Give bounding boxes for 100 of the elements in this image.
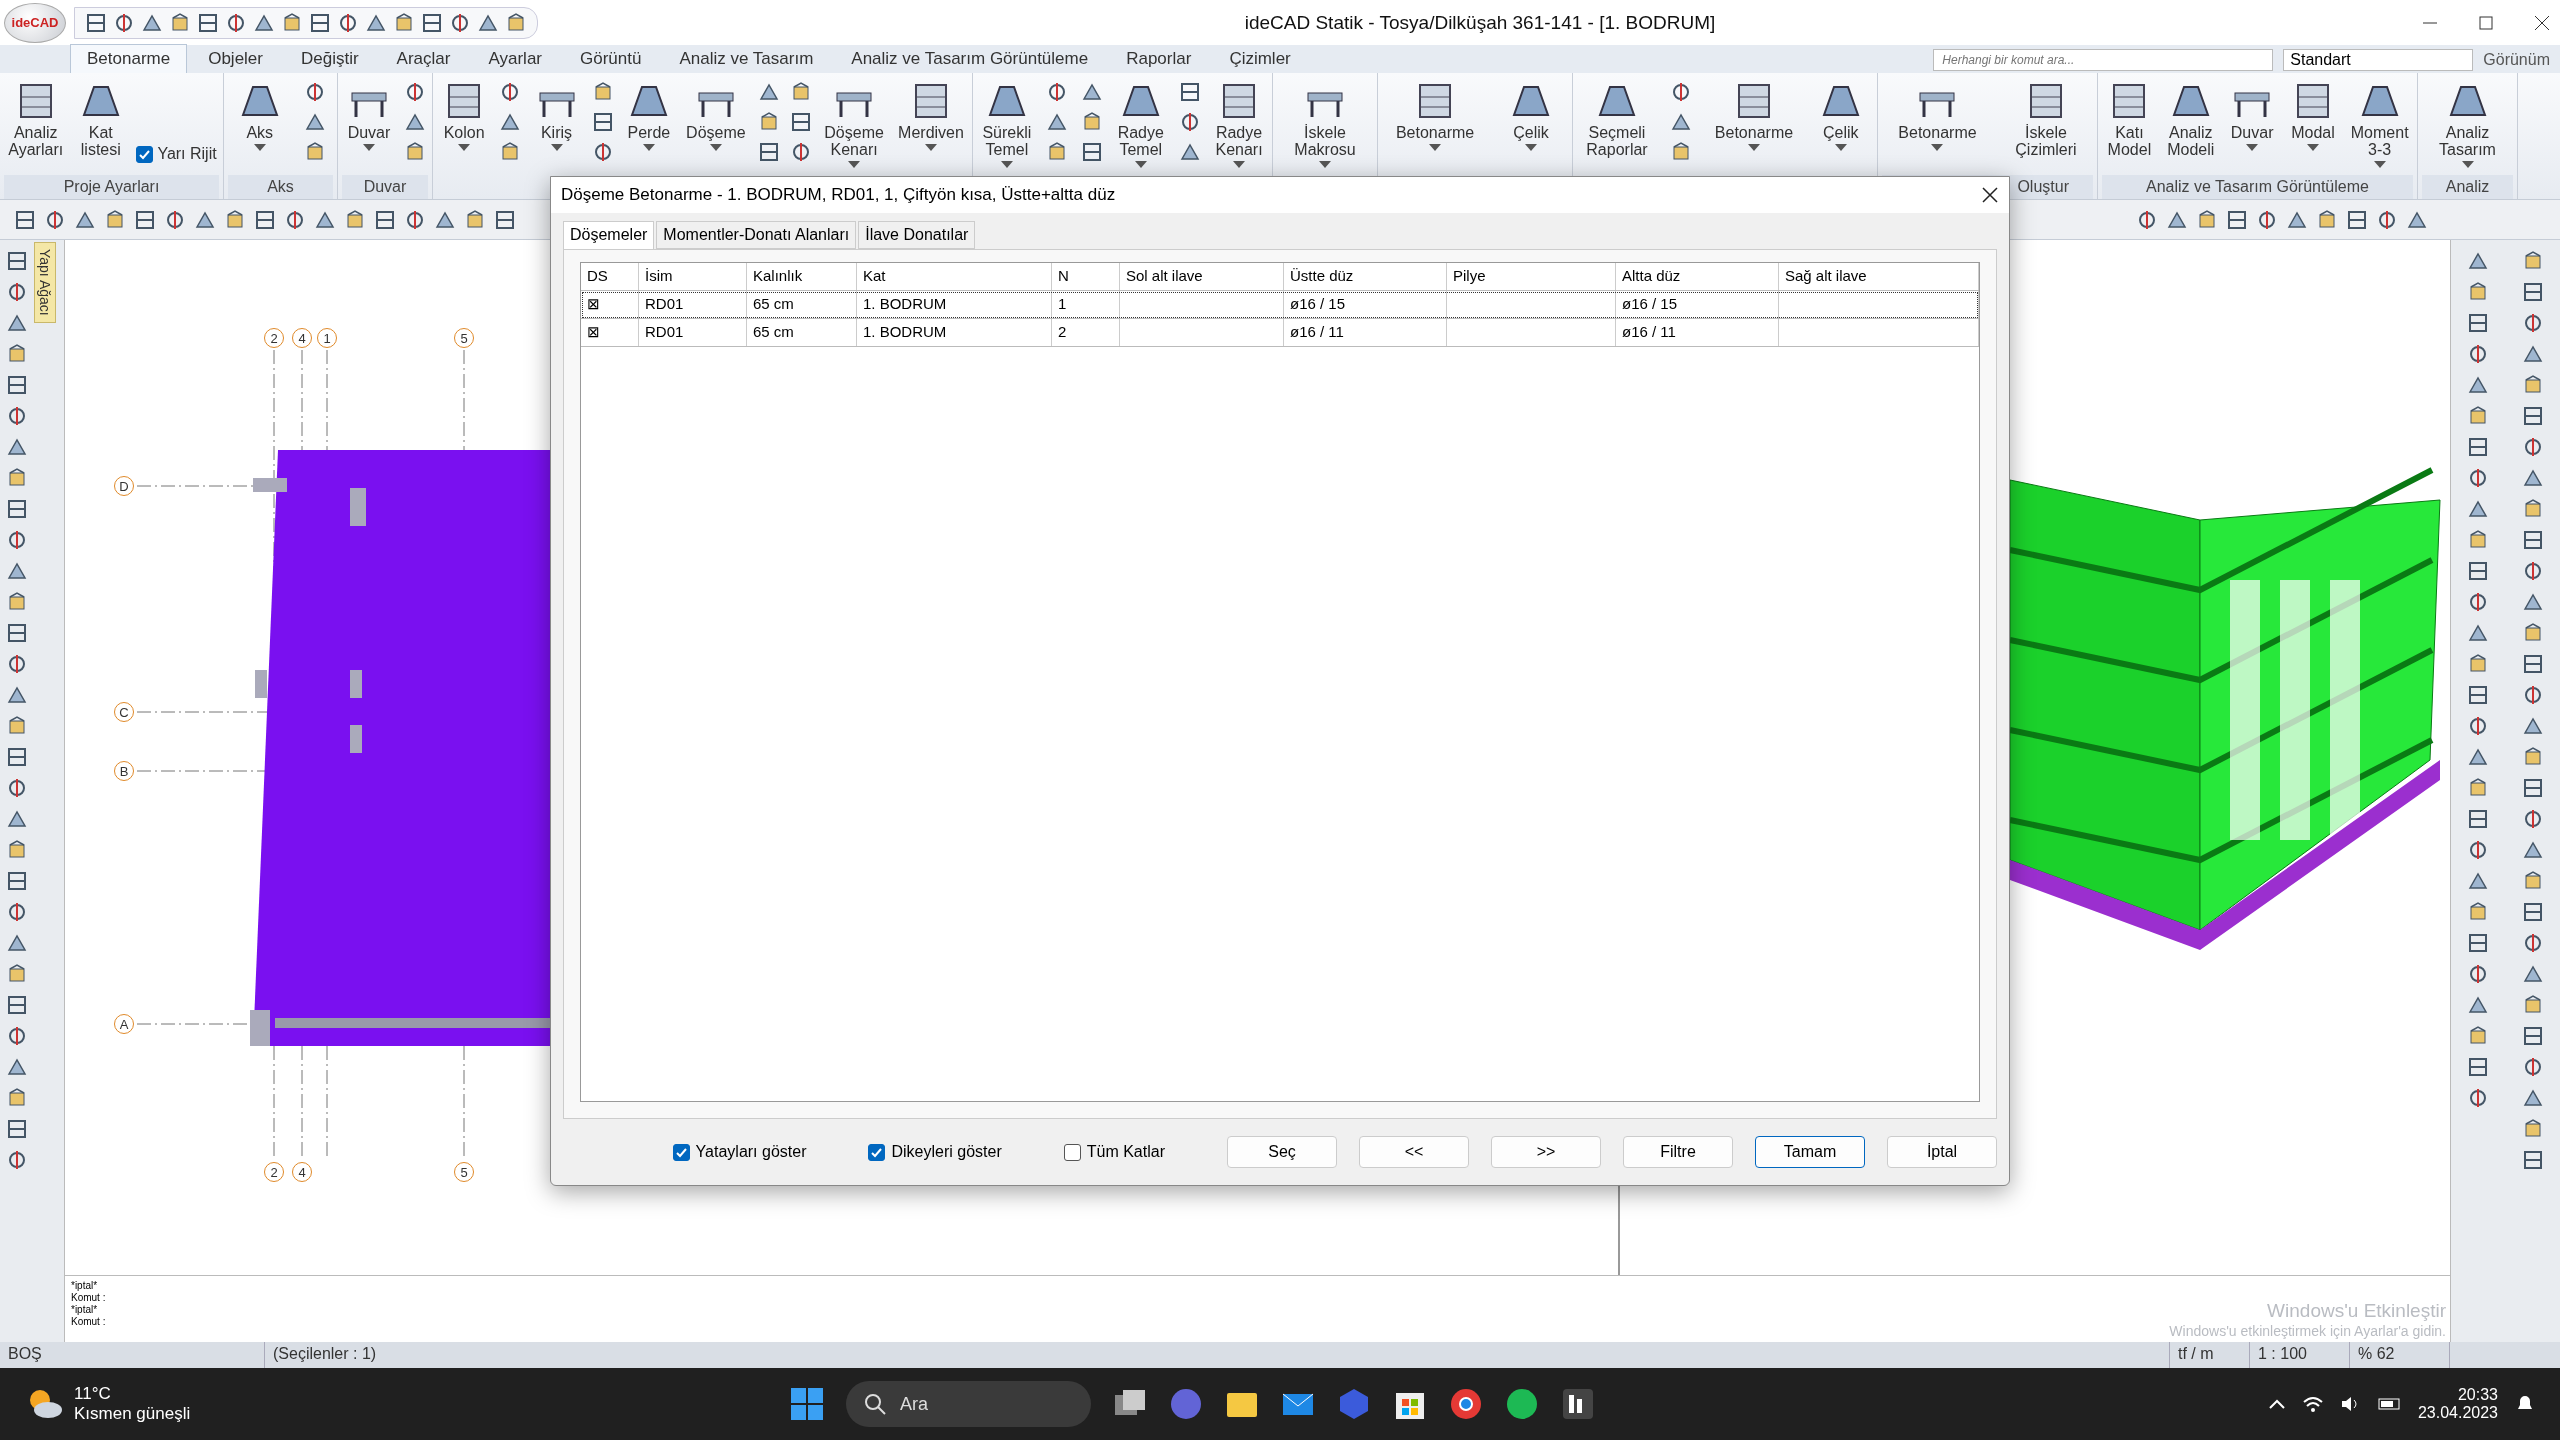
battery-icon[interactable] [2377, 1397, 2402, 1411]
menu-tab[interactable]: Analiz ve Tasarım Görüntüleme [834, 44, 1106, 73]
checkbox[interactable]: Yatayları göster [672, 1143, 807, 1161]
tool-icon[interactable] [591, 111, 614, 133]
column-header[interactable]: N [1052, 263, 1120, 290]
wifi-icon[interactable] [2301, 1395, 2324, 1413]
ribbon-button[interactable]: Perde [623, 79, 674, 151]
tool-icon[interactable] [2467, 374, 2490, 396]
tool-icon[interactable] [6, 684, 28, 706]
tool-icon[interactable] [169, 11, 191, 34]
ribbon-button[interactable]: Çelik [1506, 79, 1557, 151]
tool-icon[interactable] [2136, 208, 2158, 231]
tool-icon[interactable] [464, 208, 486, 231]
ribbon-button[interactable]: Sürekli Temel [980, 79, 1034, 168]
tool-icon[interactable] [6, 901, 28, 923]
tool-icon[interactable] [2256, 208, 2278, 231]
tool-icon[interactable] [505, 11, 527, 34]
ribbon-button[interactable]: Seçmeli Raporlar [1584, 79, 1650, 159]
tool-icon[interactable] [2467, 870, 2490, 892]
tool-icon[interactable] [2467, 312, 2490, 334]
tool-icon[interactable] [2521, 1149, 2544, 1171]
dialog-tab[interactable]: İlave Donatılar [858, 221, 976, 249]
tool-icon[interactable] [2521, 1087, 2544, 1109]
tool-icon[interactable] [757, 141, 780, 163]
ribbon-button[interactable]: Döşeme Kenarı [822, 79, 886, 168]
ribbon-button[interactable]: Duvar [344, 79, 394, 151]
tool-icon[interactable] [2521, 653, 2544, 675]
tool-icon[interactable] [6, 312, 28, 334]
tool-icon[interactable] [6, 343, 28, 365]
ribbon-button[interactable]: Aks [234, 79, 285, 151]
tool-icon[interactable] [6, 281, 28, 303]
ribbon-button[interactable]: Analiz Tasarım [2437, 79, 2498, 168]
tool-icon[interactable] [6, 436, 28, 458]
dialog-tab[interactable]: Momentler-Donatı Alanları [656, 221, 857, 249]
tool-icon[interactable] [1080, 141, 1103, 163]
tool-icon[interactable] [1670, 111, 1693, 133]
tool-icon[interactable] [1178, 141, 1201, 163]
tool-icon[interactable] [449, 11, 471, 34]
dialog-button[interactable]: İptal [1887, 1136, 1997, 1168]
tool-icon[interactable] [134, 208, 156, 231]
tool-icon[interactable] [2521, 281, 2544, 303]
tool-icon[interactable] [104, 208, 126, 231]
clock-time[interactable]: 20:33 [2457, 1386, 2498, 1404]
tool-icon[interactable] [44, 208, 66, 231]
ribbon-button[interactable]: Moment 3-3 [2348, 79, 2411, 168]
close-icon[interactable] [1981, 186, 1999, 204]
taskbar-search[interactable]: Ara [846, 1381, 1091, 1427]
tool-icon[interactable] [2467, 498, 2490, 520]
tool-icon[interactable] [164, 208, 186, 231]
tool-icon[interactable] [374, 208, 396, 231]
tool-icon[interactable] [2521, 529, 2544, 551]
menu-tab[interactable]: Analiz ve Tasarım [662, 44, 831, 73]
column-header[interactable]: İsim [639, 263, 747, 290]
tool-icon[interactable] [2467, 932, 2490, 954]
ribbon-button[interactable]: Radye Kenarı [1213, 79, 1265, 168]
dialog-tab[interactable]: Döşemeler [563, 221, 655, 249]
maximize-icon[interactable] [2478, 14, 2494, 31]
tool-icon[interactable] [404, 81, 426, 103]
tool-icon[interactable] [2376, 208, 2398, 231]
close-icon[interactable] [2534, 14, 2550, 31]
music-icon[interactable] [1505, 1387, 1539, 1421]
tool-icon[interactable] [6, 1056, 28, 1078]
column-header[interactable]: Kalınlık [747, 263, 857, 290]
ribbon-button[interactable]: Kiriş [531, 79, 582, 151]
ribbon-button[interactable]: Duvar [2227, 79, 2278, 151]
tool-icon[interactable] [6, 808, 28, 830]
tool-icon[interactable] [499, 111, 522, 133]
ribbon-checkbox[interactable]: Yarı Rijit [136, 145, 217, 163]
tool-icon[interactable] [344, 208, 366, 231]
column-header[interactable]: Pilye [1447, 263, 1616, 290]
tool-icon[interactable] [2346, 208, 2368, 231]
tool-icon[interactable] [2467, 622, 2490, 644]
tool-icon[interactable] [2467, 1056, 2490, 1078]
column-header[interactable]: Kat [857, 263, 1052, 290]
command-search-field[interactable]: Herhangi bir komut ara... [1933, 49, 2274, 71]
tool-icon[interactable] [6, 498, 28, 520]
tool-icon[interactable] [6, 1149, 28, 1171]
ribbon-button[interactable]: Betonarme [1393, 79, 1477, 151]
tool-icon[interactable] [1046, 111, 1069, 133]
menu-tab[interactable]: Raporlar [1109, 44, 1209, 73]
menu-tab[interactable]: Betonarme [70, 44, 188, 73]
tool-icon[interactable] [304, 111, 327, 133]
tool-icon[interactable] [6, 374, 28, 396]
tool-icon[interactable] [2521, 963, 2544, 985]
structure-tree-tab[interactable]: Yapı Ağacı [34, 242, 56, 323]
ribbon-button[interactable]: Betonarme [1896, 79, 1979, 151]
tool-icon[interactable] [6, 467, 28, 489]
dialog-button[interactable]: Filtre [1623, 1136, 1733, 1168]
tool-icon[interactable] [2521, 405, 2544, 427]
tool-icon[interactable] [2467, 560, 2490, 582]
tool-icon[interactable] [6, 715, 28, 737]
tool-icon[interactable] [6, 653, 28, 675]
ribbon-button[interactable]: Radye Temel [1115, 79, 1166, 168]
app-icon[interactable] [1561, 1387, 1595, 1421]
tool-icon[interactable] [6, 560, 28, 582]
tool-icon[interactable] [2467, 808, 2490, 830]
menu-tab[interactable]: Ayarlar [471, 44, 559, 73]
tool-icon[interactable] [404, 141, 426, 163]
tool-icon[interactable] [393, 11, 415, 34]
tool-icon[interactable] [6, 250, 28, 272]
